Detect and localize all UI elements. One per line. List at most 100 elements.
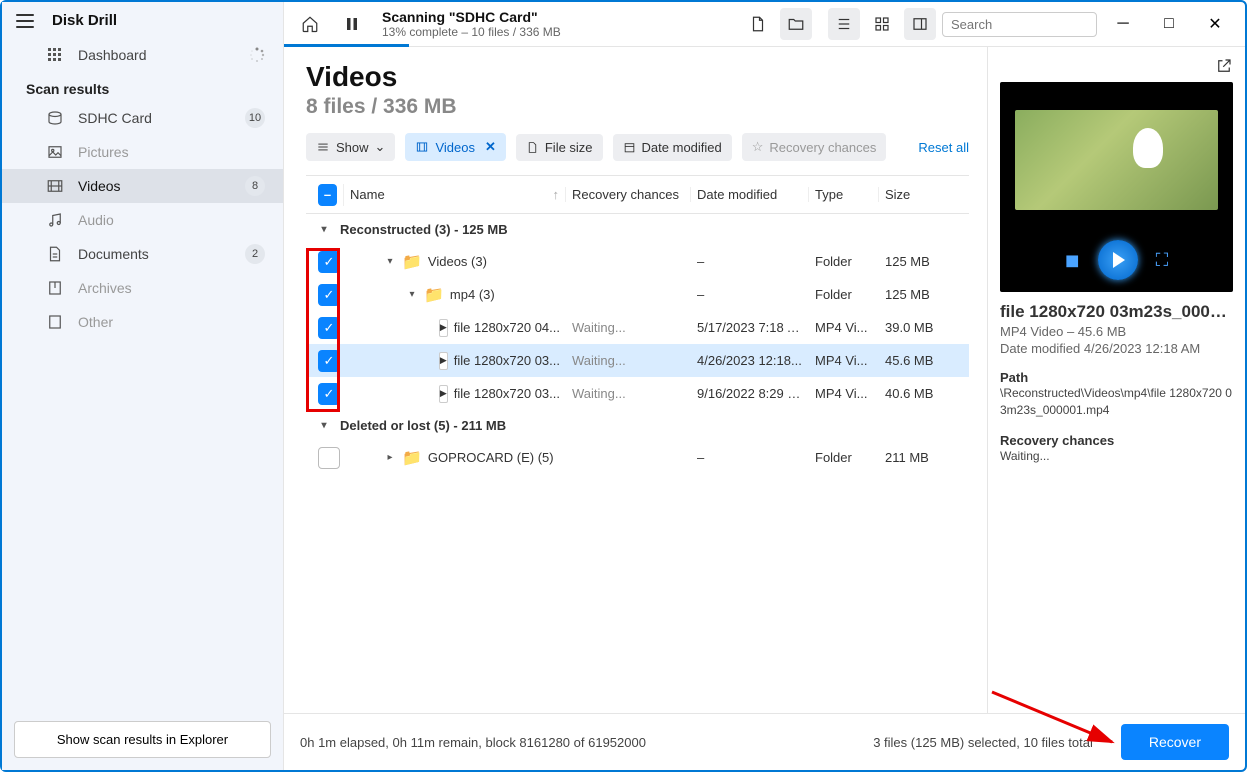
row-checkbox[interactable]: ✓ <box>318 383 340 405</box>
preview-date: Date modified 4/26/2023 12:18 AM <box>1000 341 1233 356</box>
maximize-button[interactable]: □ <box>1149 8 1189 40</box>
preview-pane: ◼ ⛶ file 1280x720 03m23s_0000... MP4 Vid… <box>987 47 1245 713</box>
chevron-down-icon: ⌄ <box>375 139 386 155</box>
row-checkbox[interactable]: ✓ <box>318 317 340 339</box>
popout-icon[interactable] <box>1215 57 1233 78</box>
cell-date: 9/16/2022 8:29 PM <box>691 386 809 401</box>
table-row[interactable]: ✓ ▾ 📁 mp4 (3) – Folder 125 MB <box>306 278 969 311</box>
expand-icon[interactable]: ▾ <box>406 289 418 300</box>
audio-icon <box>46 211 64 229</box>
grid-view-icon[interactable] <box>866 8 898 40</box>
show-in-explorer-button[interactable]: Show scan results in Explorer <box>14 721 271 758</box>
cell-date: 4/26/2023 12:18... <box>691 353 809 368</box>
table-row[interactable]: ✓ ▶ file 1280x720 04... Waiting... 5/17/… <box>306 311 969 344</box>
video-icon <box>46 177 64 195</box>
preview-recovery: Waiting... <box>1000 448 1233 465</box>
recovery-chances-filter[interactable]: ☆ Recovery chances <box>742 133 887 161</box>
cell-recovery: Waiting... <box>566 353 691 368</box>
sidebar-item-audio[interactable]: Audio <box>2 203 283 237</box>
col-recovery[interactable]: Recovery chances <box>566 187 691 202</box>
group-reconstructed[interactable]: ▾ Reconstructed (3) - 125 MB <box>306 214 969 245</box>
video-thumbnail <box>1015 110 1218 210</box>
cell-type: Folder <box>809 450 879 465</box>
scan-subtitle: 13% complete – 10 files / 336 MB <box>382 25 561 39</box>
sidebar-item-documents[interactable]: Documents 2 <box>2 237 283 271</box>
panel-view-icon[interactable] <box>904 8 936 40</box>
home-icon[interactable] <box>294 8 326 40</box>
scan-progress-bar <box>284 44 409 47</box>
show-filter[interactable]: Show ⌄ <box>306 133 395 161</box>
footer-status: 0h 1m elapsed, 0h 11m remain, block 8161… <box>300 735 646 750</box>
archive-icon <box>46 279 64 297</box>
play-button[interactable] <box>1098 240 1138 280</box>
sliders-icon <box>316 140 330 154</box>
sidebar-item-videos[interactable]: Videos 8 <box>2 169 283 203</box>
row-checkbox[interactable]: ✓ <box>318 350 340 372</box>
col-type[interactable]: Type <box>809 187 879 202</box>
close-button[interactable]: ✕ <box>1195 8 1235 40</box>
col-date[interactable]: Date modified <box>691 187 809 202</box>
preview-filename: file 1280x720 03m23s_0000... <box>1000 302 1233 322</box>
sidebar-item-label: Other <box>78 314 113 330</box>
menu-icon[interactable] <box>16 14 34 28</box>
video-preview[interactable]: ◼ ⛶ <box>1000 82 1233 292</box>
col-size[interactable]: Size <box>879 187 969 202</box>
scan-title: Scanning "SDHC Card" <box>382 9 561 25</box>
col-name[interactable]: Name↑ <box>344 187 566 202</box>
row-checkbox[interactable] <box>318 447 340 469</box>
cell-type: Folder <box>809 254 879 269</box>
date-modified-filter[interactable]: Date modified <box>613 134 732 161</box>
file-icon[interactable] <box>742 8 774 40</box>
table-row[interactable]: ▸ 📁 GOPROCARD (E) (5) – Folder 211 MB <box>306 441 969 474</box>
list-view-icon[interactable] <box>828 8 860 40</box>
file-name: file 1280x720 03... <box>454 386 560 401</box>
sidebar: Disk Drill Dashboard Scan results SDHC C… <box>2 2 284 770</box>
file-size-filter[interactable]: File size <box>516 134 603 161</box>
table-row[interactable]: ✓ ▶ file 1280x720 03... Waiting... 4/26/… <box>306 344 969 377</box>
sidebar-dashboard[interactable]: Dashboard <box>2 39 283 71</box>
sidebar-item-label: Videos <box>78 178 121 194</box>
table-header: – Name↑ Recovery chances Date modified T… <box>306 176 969 214</box>
table-row[interactable]: ✓ ▾ 📁 Videos (3) – Folder 125 MB <box>306 245 969 278</box>
row-checkbox[interactable]: ✓ <box>318 251 340 273</box>
page-title: Videos <box>306 61 969 93</box>
file-name: file 1280x720 03... <box>454 353 560 368</box>
sidebar-item-label: Archives <box>78 280 132 296</box>
cell-type: MP4 Vi... <box>809 320 879 335</box>
grid-icon <box>46 47 64 63</box>
search-input[interactable] <box>942 12 1097 37</box>
cell-date: – <box>691 450 809 465</box>
expand-icon[interactable]: ▸ <box>384 452 396 463</box>
sidebar-item-label: Audio <box>78 212 114 228</box>
sidebar-item-archives[interactable]: Archives <box>2 271 283 305</box>
sidebar-item-pictures[interactable]: Pictures <box>2 135 283 169</box>
recover-button[interactable]: Recover <box>1121 724 1229 760</box>
chevron-down-icon[interactable]: ▾ <box>318 224 330 235</box>
folder-icon: 📁 <box>402 448 422 468</box>
film-icon <box>415 140 429 154</box>
cell-size: 45.6 MB <box>879 353 969 368</box>
select-all-checkbox[interactable]: – <box>318 184 337 206</box>
expand-icon[interactable]: ▾ <box>384 256 396 267</box>
minimize-button[interactable]: ─ <box>1103 8 1143 40</box>
file-name: file 1280x720 04... <box>454 320 560 335</box>
table-row[interactable]: ✓ ▶ file 1280x720 03... Waiting... 9/16/… <box>306 377 969 410</box>
group-deleted[interactable]: ▾ Deleted or lost (5) - 211 MB <box>306 410 969 441</box>
cell-size: 125 MB <box>879 254 969 269</box>
videos-filter[interactable]: Videos ✕ <box>405 133 505 161</box>
fullscreen-icon[interactable]: ⛶ <box>1156 250 1169 271</box>
close-icon[interactable]: ✕ <box>485 139 496 155</box>
cell-size: 211 MB <box>879 450 969 465</box>
stop-icon[interactable]: ◼ <box>1065 250 1080 271</box>
pause-icon[interactable] <box>336 8 368 40</box>
folder-icon[interactable] <box>780 8 812 40</box>
preview-meta: MP4 Video – 45.6 MB <box>1000 324 1233 339</box>
chevron-down-icon[interactable]: ▾ <box>318 420 330 431</box>
sidebar-item-other[interactable]: Other <box>2 305 283 339</box>
folder-icon: 📁 <box>424 285 444 305</box>
row-checkbox[interactable]: ✓ <box>318 284 340 306</box>
footer: 0h 1m elapsed, 0h 11m remain, block 8161… <box>284 713 1245 770</box>
sidebar-item-label: Pictures <box>78 144 129 160</box>
sidebar-item-sdhc-card[interactable]: SDHC Card 10 <box>2 101 283 135</box>
reset-all-link[interactable]: Reset all <box>918 140 969 155</box>
